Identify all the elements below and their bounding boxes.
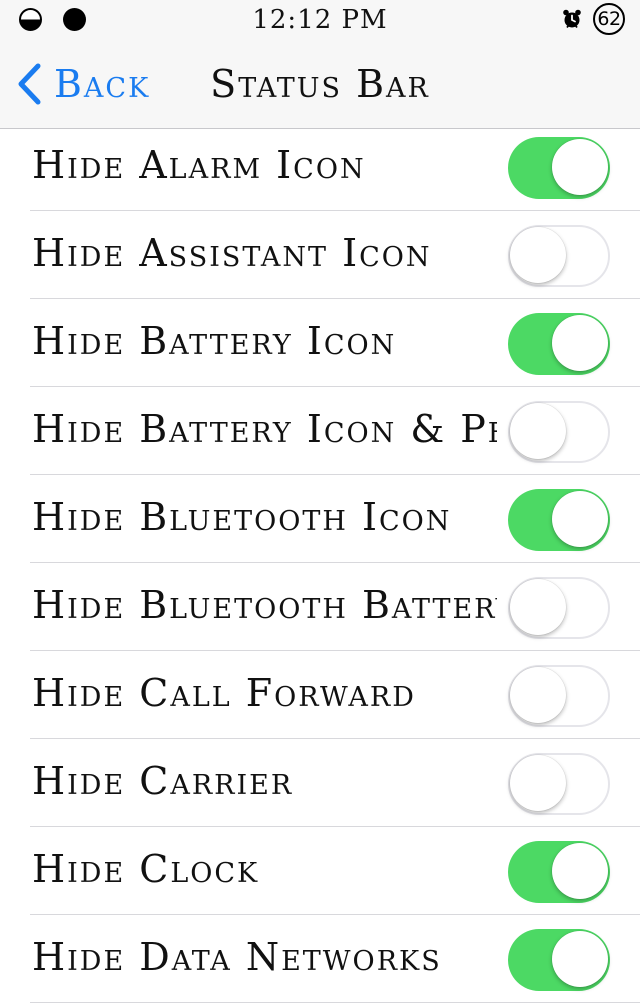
top-bar: 12:12 PM 62 Back Status Bar: [0, 0, 640, 129]
navigation-bar: Back Status Bar: [0, 40, 640, 128]
settings-row: Hide Clock: [0, 827, 640, 915]
toggle-switch[interactable]: [508, 137, 610, 199]
toggle-knob: [552, 139, 608, 195]
toggle-switch[interactable]: [508, 753, 610, 815]
settings-row: Hide Carrier: [0, 739, 640, 827]
toggle-switch[interactable]: [508, 225, 610, 287]
page-title: Status Bar: [210, 62, 430, 106]
toggle-switch[interactable]: [508, 665, 610, 727]
setting-label: Hide Battery Icon & Perc...: [32, 407, 497, 451]
toggle-knob: [552, 931, 608, 987]
settings-row: Hide Call Forward: [0, 651, 640, 739]
toggle-knob: [552, 315, 608, 371]
toggle-knob: [552, 843, 608, 899]
setting-label: Hide Bluetooth Battery I...: [32, 583, 497, 627]
toggle-switch[interactable]: [508, 577, 610, 639]
toggle-switch[interactable]: [508, 929, 610, 991]
toggle-switch[interactable]: [508, 841, 610, 903]
settings-row: Hide Bluetooth Battery I...: [0, 563, 640, 651]
setting-label: Hide Clock: [32, 847, 260, 891]
setting-label: Hide Bluetooth Icon: [32, 495, 452, 539]
toggle-switch[interactable]: [508, 313, 610, 375]
toggle-knob: [510, 755, 566, 811]
settings-row: Hide Alarm Icon: [0, 123, 640, 211]
settings-row: Hide Assistant Icon: [0, 211, 640, 299]
toggle-knob: [510, 403, 566, 459]
toggle-knob: [552, 491, 608, 547]
setting-label: Hide Carrier: [32, 759, 294, 803]
status-time: 12:12 PM: [252, 5, 388, 35]
alarm-clock-icon: [563, 9, 581, 29]
toggle-switch[interactable]: [508, 489, 610, 551]
setting-label: Hide Data Networks: [32, 935, 442, 979]
toggle-knob: [510, 579, 566, 635]
setting-label: Hide Call Forward: [32, 671, 416, 715]
settings-row: Hide Data Networks: [0, 915, 640, 1003]
setting-label: Hide Alarm Icon: [32, 143, 366, 187]
status-bar: 12:12 PM 62: [0, 0, 640, 40]
toggle-knob: [510, 227, 566, 283]
toggle-knob: [510, 667, 566, 723]
settings-row: Hide Bluetooth Icon: [0, 475, 640, 563]
setting-label: Hide Assistant Icon: [32, 231, 432, 275]
toggle-switch[interactable]: [508, 401, 610, 463]
settings-row: Hide Battery Icon & Perc...: [0, 387, 640, 475]
settings-row: Hide Battery Icon: [0, 299, 640, 387]
setting-label: Hide Battery Icon: [32, 319, 397, 363]
settings-list: Hide Alarm Icon Hide Assistant Icon Hide B…: [0, 123, 640, 1003]
battery-circle-icon: 62: [593, 3, 625, 35]
